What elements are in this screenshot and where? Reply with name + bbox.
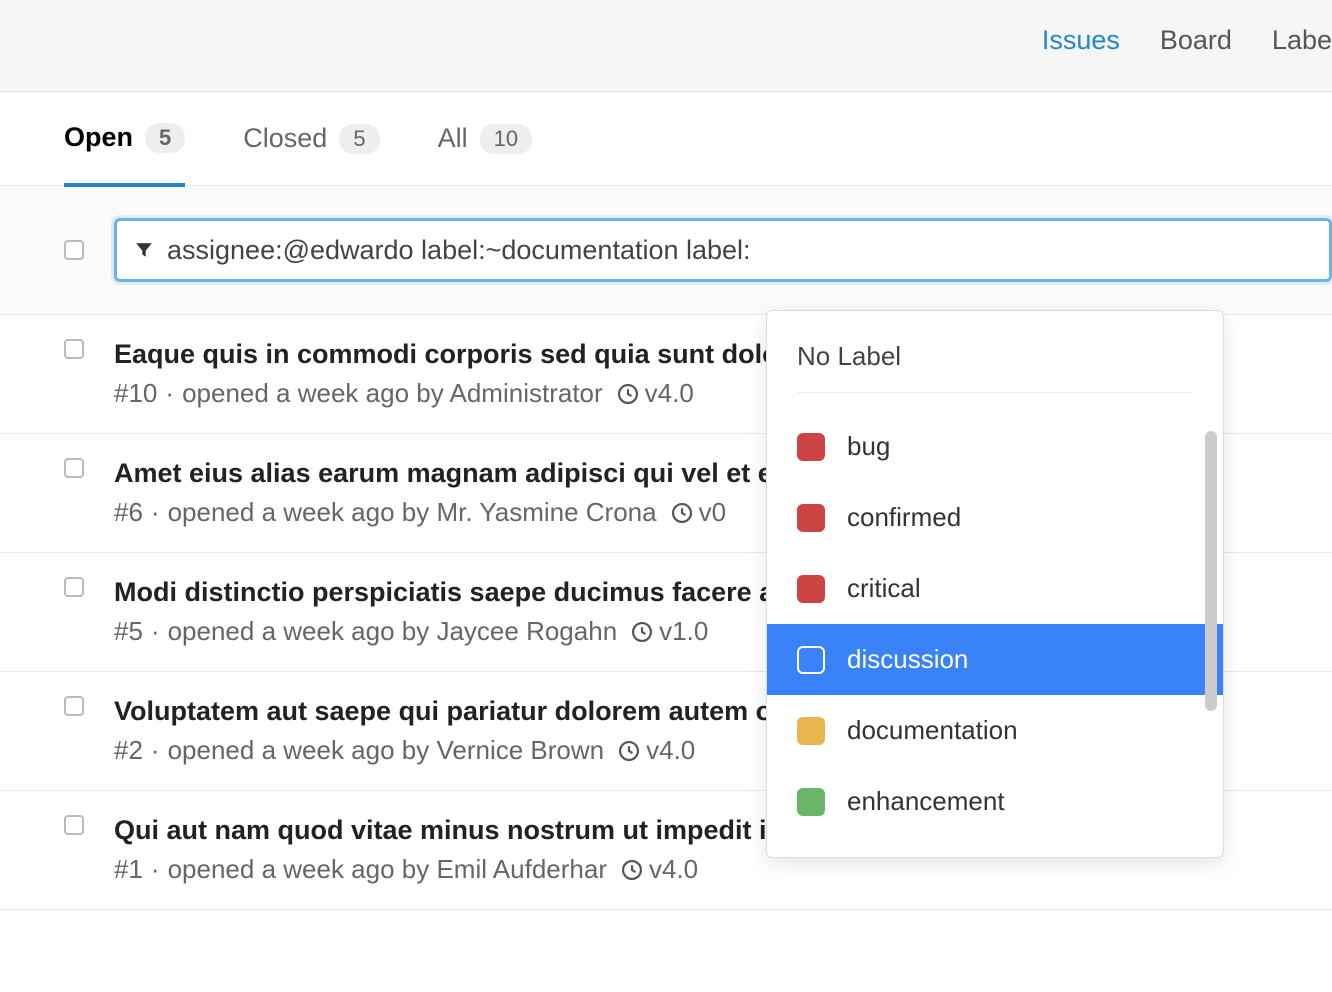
issue-ref: #1 — [114, 854, 143, 885]
issue-milestone[interactable]: v4.0 — [649, 854, 698, 885]
nav-issues[interactable]: Issues — [1042, 25, 1120, 56]
issue-milestone[interactable]: v4.0 — [646, 735, 695, 766]
label-swatch — [797, 788, 825, 816]
clock-icon — [631, 621, 653, 643]
tab-all-label: All — [438, 123, 468, 154]
issue-meta: #5· opened a week ago by Jaycee Rogahn v… — [114, 616, 774, 647]
tab-open-label: Open — [64, 122, 133, 153]
issue-title[interactable]: Voluptatem aut saepe qui pariatur dolore… — [114, 696, 772, 727]
issue-meta: #2· opened a week ago by Vernice Brown v… — [114, 735, 772, 766]
tab-closed[interactable]: Closed 5 — [243, 122, 379, 185]
tab-closed-count: 5 — [339, 124, 379, 154]
filter-input[interactable]: assignee:@edwardo label:~documentation l… — [114, 218, 1332, 282]
issue-milestone[interactable]: v0 — [699, 497, 726, 528]
issue-meta: #1· opened a week ago by Emil Aufderhar … — [114, 854, 791, 885]
label-swatch — [797, 646, 825, 674]
issue-checkbox[interactable] — [64, 577, 84, 597]
dropdown-divider — [797, 392, 1193, 393]
tab-open[interactable]: Open 5 — [64, 122, 185, 187]
funnel-icon — [135, 235, 153, 266]
issue-checkbox[interactable] — [64, 815, 84, 835]
nav-labels[interactable]: Labe — [1272, 25, 1332, 56]
label-option-bug[interactable]: bug — [767, 411, 1223, 482]
tab-all[interactable]: All 10 — [438, 122, 533, 185]
clock-icon — [617, 383, 639, 405]
top-header: Issues Board Labe — [0, 0, 1332, 92]
issue-opened: opened a week ago by Mr. Yasmine Crona — [168, 497, 657, 528]
label-option-confirmed[interactable]: confirmed — [767, 482, 1223, 553]
select-all-checkbox[interactable] — [64, 240, 84, 260]
filter-query-text: assignee:@edwardo label:~documentation l… — [167, 235, 751, 266]
issue-title[interactable]: Amet eius alias earum magnam adipisci qu… — [114, 458, 773, 489]
issue-checkbox[interactable] — [64, 458, 84, 478]
label-option-enhancement[interactable]: enhancement — [767, 766, 1223, 837]
issue-title[interactable]: Modi distinctio perspiciatis saepe ducim… — [114, 577, 774, 608]
issue-ref: #6 — [114, 497, 143, 528]
issue-opened: opened a week ago by Vernice Brown — [168, 735, 605, 766]
label-swatch — [797, 433, 825, 461]
tab-closed-label: Closed — [243, 123, 327, 154]
issue-opened: opened a week ago by Emil Aufderhar — [168, 854, 607, 885]
filter-tabs: Open 5 Closed 5 All 10 — [0, 92, 1332, 185]
filter-bar: assignee:@edwardo label:~documentation l… — [0, 185, 1332, 315]
issue-opened: opened a week ago by Administrator — [182, 378, 603, 409]
label-swatch — [797, 504, 825, 532]
nav-board[interactable]: Board — [1160, 25, 1232, 56]
issue-meta: #10· opened a week ago by Administrator … — [114, 378, 779, 409]
issue-opened: opened a week ago by Jaycee Rogahn — [168, 616, 618, 647]
tab-open-count: 5 — [145, 123, 185, 153]
issue-checkbox[interactable] — [64, 339, 84, 359]
dropdown-no-label[interactable]: No Label — [767, 331, 1223, 392]
clock-icon — [621, 859, 643, 881]
issue-ref: #5 — [114, 616, 143, 647]
label-option-text: bug — [847, 431, 890, 462]
issue-meta: #6· opened a week ago by Mr. Yasmine Cro… — [114, 497, 773, 528]
label-option-discussion[interactable]: discussion — [767, 624, 1223, 695]
label-option-critical[interactable]: critical — [767, 553, 1223, 624]
tab-all-count: 10 — [480, 124, 532, 154]
issue-ref: #10 — [114, 378, 157, 409]
issue-title[interactable]: Qui aut nam quod vitae minus nostrum ut … — [114, 815, 791, 846]
label-swatch — [797, 575, 825, 603]
label-option-text: discussion — [847, 644, 968, 675]
label-option-text: documentation — [847, 715, 1018, 746]
label-option-text: enhancement — [847, 786, 1005, 817]
top-nav: Issues Board Labe — [1042, 25, 1332, 91]
clock-icon — [618, 740, 640, 762]
label-option-text: confirmed — [847, 502, 961, 533]
issue-title[interactable]: Eaque quis in commodi corporis sed quia … — [114, 339, 779, 370]
label-swatch — [797, 717, 825, 745]
label-option-text: critical — [847, 573, 921, 604]
dropdown-scrollbar[interactable] — [1205, 431, 1217, 711]
clock-icon — [671, 502, 693, 524]
label-dropdown: No Label bug confirmed critical discussion d… — [766, 310, 1224, 858]
issue-milestone[interactable]: v4.0 — [645, 378, 694, 409]
issue-ref: #2 — [114, 735, 143, 766]
issue-milestone[interactable]: v1.0 — [659, 616, 708, 647]
label-option-documentation[interactable]: documentation — [767, 695, 1223, 766]
issue-checkbox[interactable] — [64, 696, 84, 716]
